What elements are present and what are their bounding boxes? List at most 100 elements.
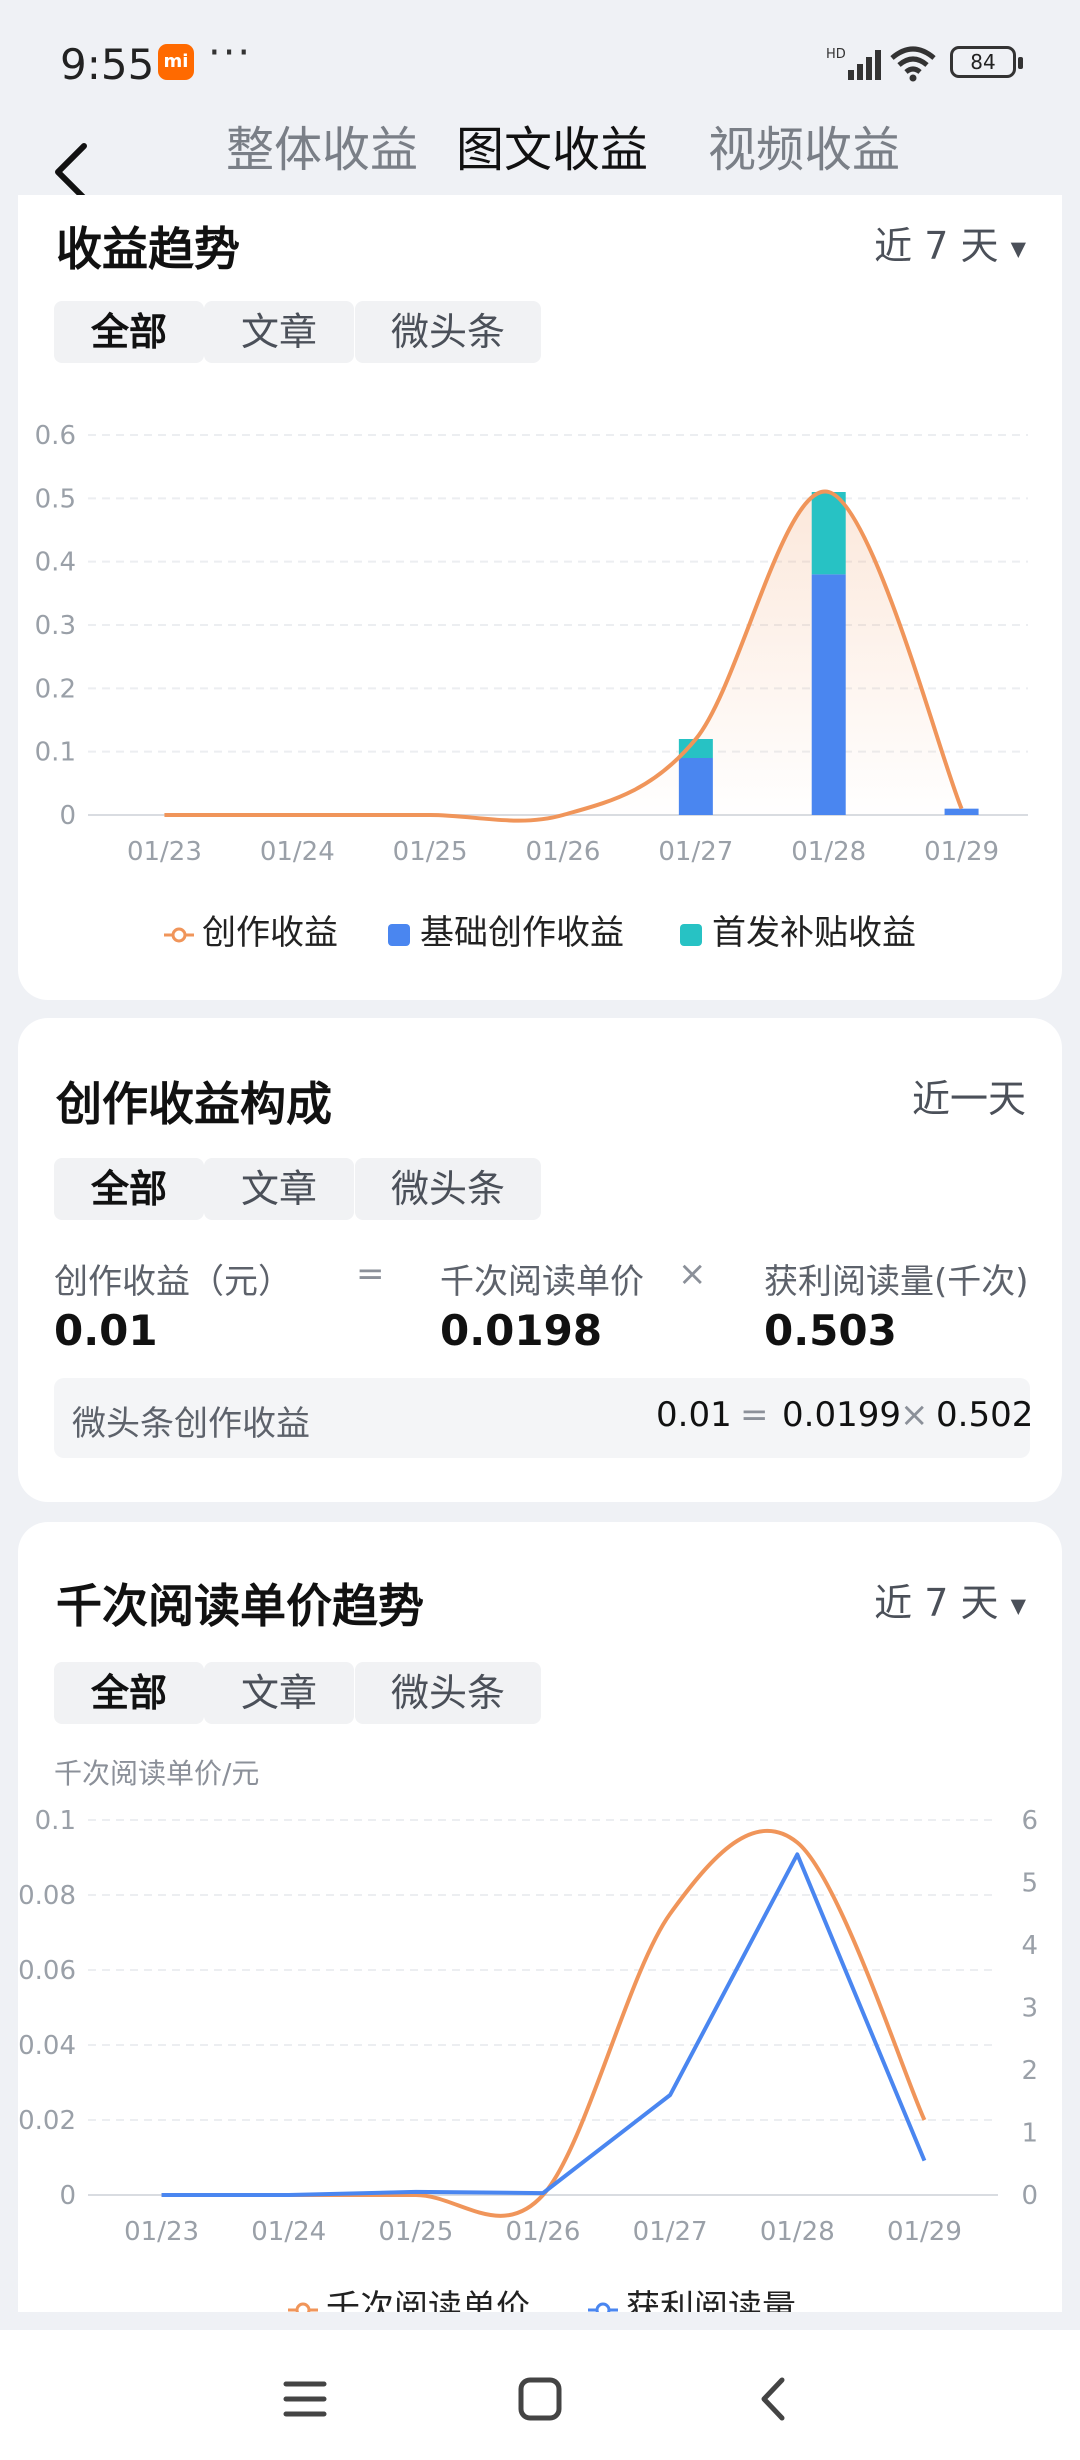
filter-article[interactable]: 文章 bbox=[204, 1158, 354, 1220]
times-sign: × bbox=[900, 1395, 929, 1435]
x-tick-label: 01/29 bbox=[924, 837, 999, 867]
filter-article[interactable]: 文章 bbox=[204, 1662, 354, 1724]
header: 整体收益 图文收益 视频收益 bbox=[0, 110, 1080, 201]
earnings-trend-chart: 0 0.1 0.2 0.3 0.4 0.5 0.6 01/23 01/24 01/25 01/26 0… bbox=[35, 421, 1028, 867]
legend-swatch bbox=[680, 923, 702, 946]
legend-label: 获利阅读量 bbox=[626, 2288, 796, 2312]
line-paid-reads bbox=[161, 1852, 927, 2197]
mi-app-icon: mi bbox=[158, 44, 194, 80]
y2-tick-label: 4 bbox=[1021, 1931, 1038, 1961]
signal-icon: HD bbox=[826, 47, 881, 80]
line-legend-icon bbox=[288, 2302, 318, 2312]
back-nav-icon[interactable] bbox=[740, 2364, 810, 2434]
x-tick-label: 01/24 bbox=[260, 837, 335, 867]
range-selector[interactable]: 近 7 天 ▼ bbox=[874, 215, 1026, 270]
filter-all[interactable]: 全部 bbox=[54, 1158, 204, 1220]
times-sign: × bbox=[678, 1254, 707, 1294]
rpm-axis-label: 千次阅读单价/元 bbox=[54, 1757, 260, 1790]
bar-base bbox=[678, 758, 713, 815]
earnings-trend-title: 收益趋势 bbox=[56, 222, 240, 276]
y-tick-label: 0.4 bbox=[35, 548, 76, 578]
legend-subsidy-earnings: 首发补贴收益 bbox=[680, 905, 916, 954]
y2-tick-label: 2 bbox=[1021, 2056, 1038, 2086]
legend-label: 创作收益 bbox=[202, 913, 338, 953]
x-tick-label: 01/25 bbox=[378, 2217, 453, 2247]
filter-micro-post[interactable]: 微头条 bbox=[355, 1662, 541, 1724]
filter-all[interactable]: 全部 bbox=[54, 1662, 204, 1724]
x-tick-label: 01/26 bbox=[506, 2217, 581, 2247]
earnings-trend-card: 收益趋势 近 7 天 ▼ 全部 文章 微头条 0 0.1 0.2 0.3 0.4 0.5 0… bbox=[18, 195, 1062, 1000]
rpm-trend-chart: 0 0.02 0.04 0.06 0.08 0.1 0 1 2 3 4 5 6 01/23 01/24 01/… bbox=[18, 1806, 1038, 2247]
filter-article[interactable]: 文章 bbox=[204, 301, 354, 363]
y2-tick-label: 6 bbox=[1021, 1806, 1038, 1836]
rpm-trend-card: 千次阅读单价趋势 近 7 天 ▼ 全部 文章 微头条 千次阅读单价/元 0 0.0… bbox=[18, 1522, 1062, 2312]
x-tick-label: 01/28 bbox=[791, 837, 866, 867]
back-icon[interactable] bbox=[44, 134, 104, 204]
wifi-icon bbox=[890, 46, 936, 82]
equals-sign: = bbox=[740, 1395, 769, 1435]
composition-range[interactable]: 近一天 bbox=[912, 1068, 1026, 1123]
rpm-label: 千次阅读单价 bbox=[440, 1262, 644, 1302]
bar-base bbox=[944, 808, 979, 815]
y-tick-label: 0.08 bbox=[18, 1881, 76, 1911]
x-tick-label: 01/23 bbox=[124, 2217, 199, 2247]
composition-title: 创作收益构成 bbox=[56, 1077, 332, 1131]
caret-down-icon: ▼ bbox=[1010, 236, 1026, 261]
network-label: HD bbox=[826, 47, 846, 62]
y-tick-label: 0.6 bbox=[35, 421, 76, 451]
micro-post-earnings-value: 0.01 bbox=[656, 1395, 732, 1435]
legend-label: 基础创作收益 bbox=[420, 913, 624, 953]
x-tick-label: 01/26 bbox=[526, 837, 601, 867]
status-time: 9:55 bbox=[60, 40, 155, 89]
line-legend-icon bbox=[588, 2302, 618, 2312]
x-tick-label: 01/25 bbox=[393, 837, 468, 867]
earnings-value: 0.01 bbox=[54, 1306, 158, 1355]
y-tick-label: 0.02 bbox=[18, 2106, 76, 2136]
paid-reads-value: 0.503 bbox=[764, 1306, 897, 1355]
legend-label: 千次阅读单价 bbox=[326, 2288, 530, 2312]
filter-micro-post[interactable]: 微头条 bbox=[355, 301, 541, 363]
y-tick-label: 0.2 bbox=[35, 674, 76, 704]
home-icon[interactable] bbox=[505, 2364, 575, 2434]
micro-post-earnings-label: 微头条创作收益 bbox=[72, 1404, 310, 1444]
legend-creation-earnings: 创作收益 bbox=[164, 905, 338, 954]
y-tick-label: 0 bbox=[59, 2181, 76, 2211]
earnings-label: 创作收益（元） bbox=[54, 1262, 292, 1302]
tab-overall-earnings[interactable]: 整体收益 bbox=[226, 110, 418, 180]
range-label: 近 7 天 bbox=[874, 224, 999, 268]
tab-video-earnings[interactable]: 视频收益 bbox=[708, 110, 900, 180]
tab-article-earnings[interactable]: 图文收益 bbox=[456, 110, 648, 180]
y-tick-label: 0.5 bbox=[35, 484, 76, 514]
y-tick-label: 0.04 bbox=[18, 2031, 76, 2061]
system-nav-bar bbox=[0, 2330, 1080, 2460]
x-tick-label: 01/23 bbox=[127, 837, 202, 867]
bar-subsidy bbox=[811, 492, 846, 575]
y2-tick-label: 3 bbox=[1021, 1994, 1038, 2024]
paid-reads-label: 获利阅读量(千次) bbox=[764, 1262, 1029, 1302]
y-tick-label: 0 bbox=[59, 801, 76, 831]
range-label: 近 7 天 bbox=[874, 1581, 999, 1625]
menu-icon[interactable] bbox=[270, 2364, 340, 2434]
x-tick-label: 01/24 bbox=[251, 2217, 326, 2247]
equals-sign: = bbox=[356, 1254, 385, 1294]
status-bar: 9:55 mi ··· HD 84 bbox=[0, 0, 1080, 120]
micro-post-earnings-row: 微头条创作收益 0.01 = 0.0199 × 0.502 bbox=[54, 1378, 1033, 1458]
line-legend-icon bbox=[164, 927, 194, 942]
more-dots-icon: ··· bbox=[208, 30, 253, 76]
y-tick-label: 0.1 bbox=[35, 738, 76, 768]
x-tick-label: 01/28 bbox=[760, 2217, 835, 2247]
legend-rpm: 千次阅读单价 bbox=[288, 2280, 530, 2312]
y-tick-label: 0.3 bbox=[35, 611, 76, 641]
filter-micro-post[interactable]: 微头条 bbox=[355, 1158, 541, 1220]
rpm-trend-title: 千次阅读单价趋势 bbox=[56, 1579, 424, 1633]
x-tick-label: 01/27 bbox=[633, 2217, 708, 2247]
x-tick-label: 01/29 bbox=[887, 2217, 962, 2247]
y2-tick-label: 5 bbox=[1021, 1869, 1038, 1899]
filter-all[interactable]: 全部 bbox=[54, 301, 204, 363]
earnings-composition-card: 创作收益构成 近一天 全部 文章 微头条 创作收益（元） = 千次阅读单价 × … bbox=[18, 1018, 1062, 1502]
y2-tick-label: 1 bbox=[1021, 2119, 1038, 2149]
x-tick-label: 01/27 bbox=[658, 837, 733, 867]
battery-icon: 84 bbox=[950, 46, 1023, 78]
bar-base bbox=[811, 574, 846, 815]
range-selector[interactable]: 近 7 天 ▼ bbox=[874, 1572, 1026, 1627]
